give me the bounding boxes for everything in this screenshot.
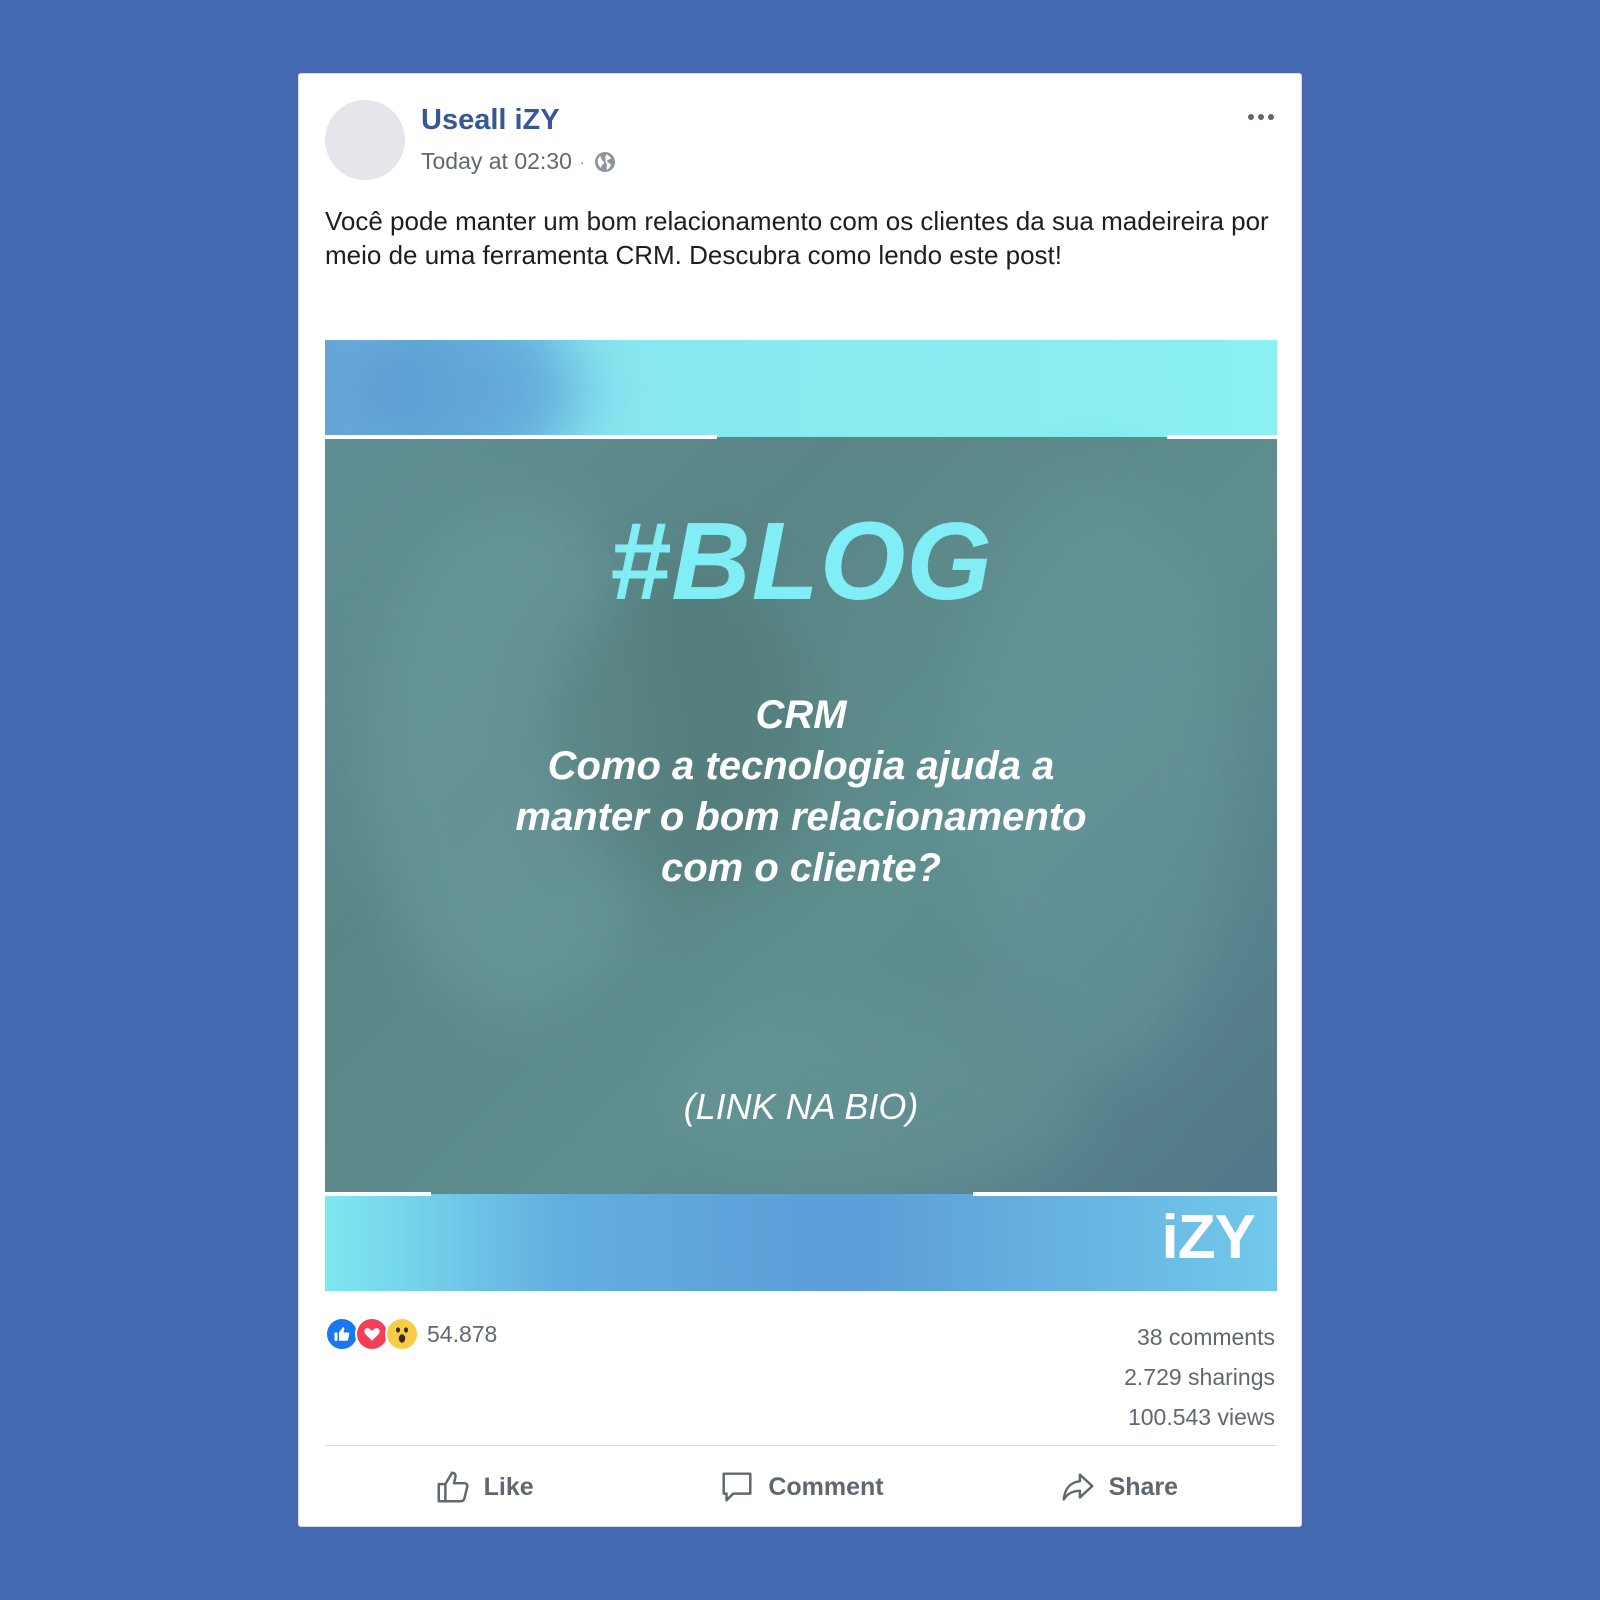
post-image[interactable]: #BLOG CRM Como a tecnologia ajuda a mant… — [325, 340, 1277, 1291]
more-options-icon[interactable] — [1241, 102, 1281, 132]
reaction-count: 54.878 — [427, 1320, 498, 1347]
share-button[interactable]: Share — [960, 1446, 1277, 1528]
avatar[interactable] — [325, 100, 405, 180]
shares-count[interactable]: 2.729 sharings — [1124, 1357, 1275, 1397]
izy-logo: iZY — [1161, 1203, 1256, 1272]
share-label: Share — [1108, 1472, 1179, 1501]
love-icon — [355, 1317, 389, 1351]
engagement-stats: 38 comments 2.729 sharings 100.543 views — [1124, 1317, 1275, 1437]
frame-line — [325, 435, 717, 439]
post-timestamp[interactable]: Today at 02:30 — [421, 148, 572, 175]
frame-line — [973, 1192, 1277, 1196]
post-card: Useall iZY Today at 02:30 · Você pode ma… — [298, 73, 1302, 1527]
frame-line — [1167, 435, 1277, 439]
globe-icon — [594, 151, 615, 172]
headline-line: Como a tecnologia ajuda a — [547, 744, 1055, 788]
like-label: Like — [483, 1472, 534, 1501]
comments-count[interactable]: 38 comments — [1124, 1317, 1275, 1357]
share-icon — [1062, 1473, 1094, 1501]
thumbs-up-icon — [437, 1471, 469, 1503]
image-bottom-band — [325, 1194, 1277, 1291]
headline-line: manter o bom relacionamento — [515, 795, 1087, 839]
image-headline: CRM Como a tecnologia ajuda a manter o b… — [325, 690, 1277, 894]
post-meta: Today at 02:30 · — [421, 148, 617, 175]
like-icon — [325, 1317, 359, 1351]
comment-label: Comment — [768, 1472, 884, 1501]
headline-line: CRM — [755, 693, 847, 737]
action-bar: Like Comment Share — [325, 1446, 1277, 1528]
views-count: 100.543 views — [1127, 1404, 1275, 1430]
meta-separator: · — [579, 153, 585, 170]
headline-line: com o cliente? — [660, 846, 942, 890]
frame-line — [325, 1192, 431, 1196]
blog-hashtag: #BLOG — [609, 500, 993, 623]
post-text: Você pode manter um bom relacionamento c… — [325, 206, 1269, 270]
image-top-band — [325, 340, 1277, 480]
comment-button[interactable]: Comment — [642, 1446, 959, 1528]
page-name[interactable]: Useall iZY — [421, 104, 560, 137]
comment-icon — [722, 1472, 752, 1502]
reactions-summary[interactable]: 54.878 — [325, 1317, 497, 1351]
wow-icon — [385, 1317, 419, 1351]
link-in-bio-text: (LINK NA BIO) — [683, 1086, 919, 1127]
like-button[interactable]: Like — [325, 1446, 642, 1528]
